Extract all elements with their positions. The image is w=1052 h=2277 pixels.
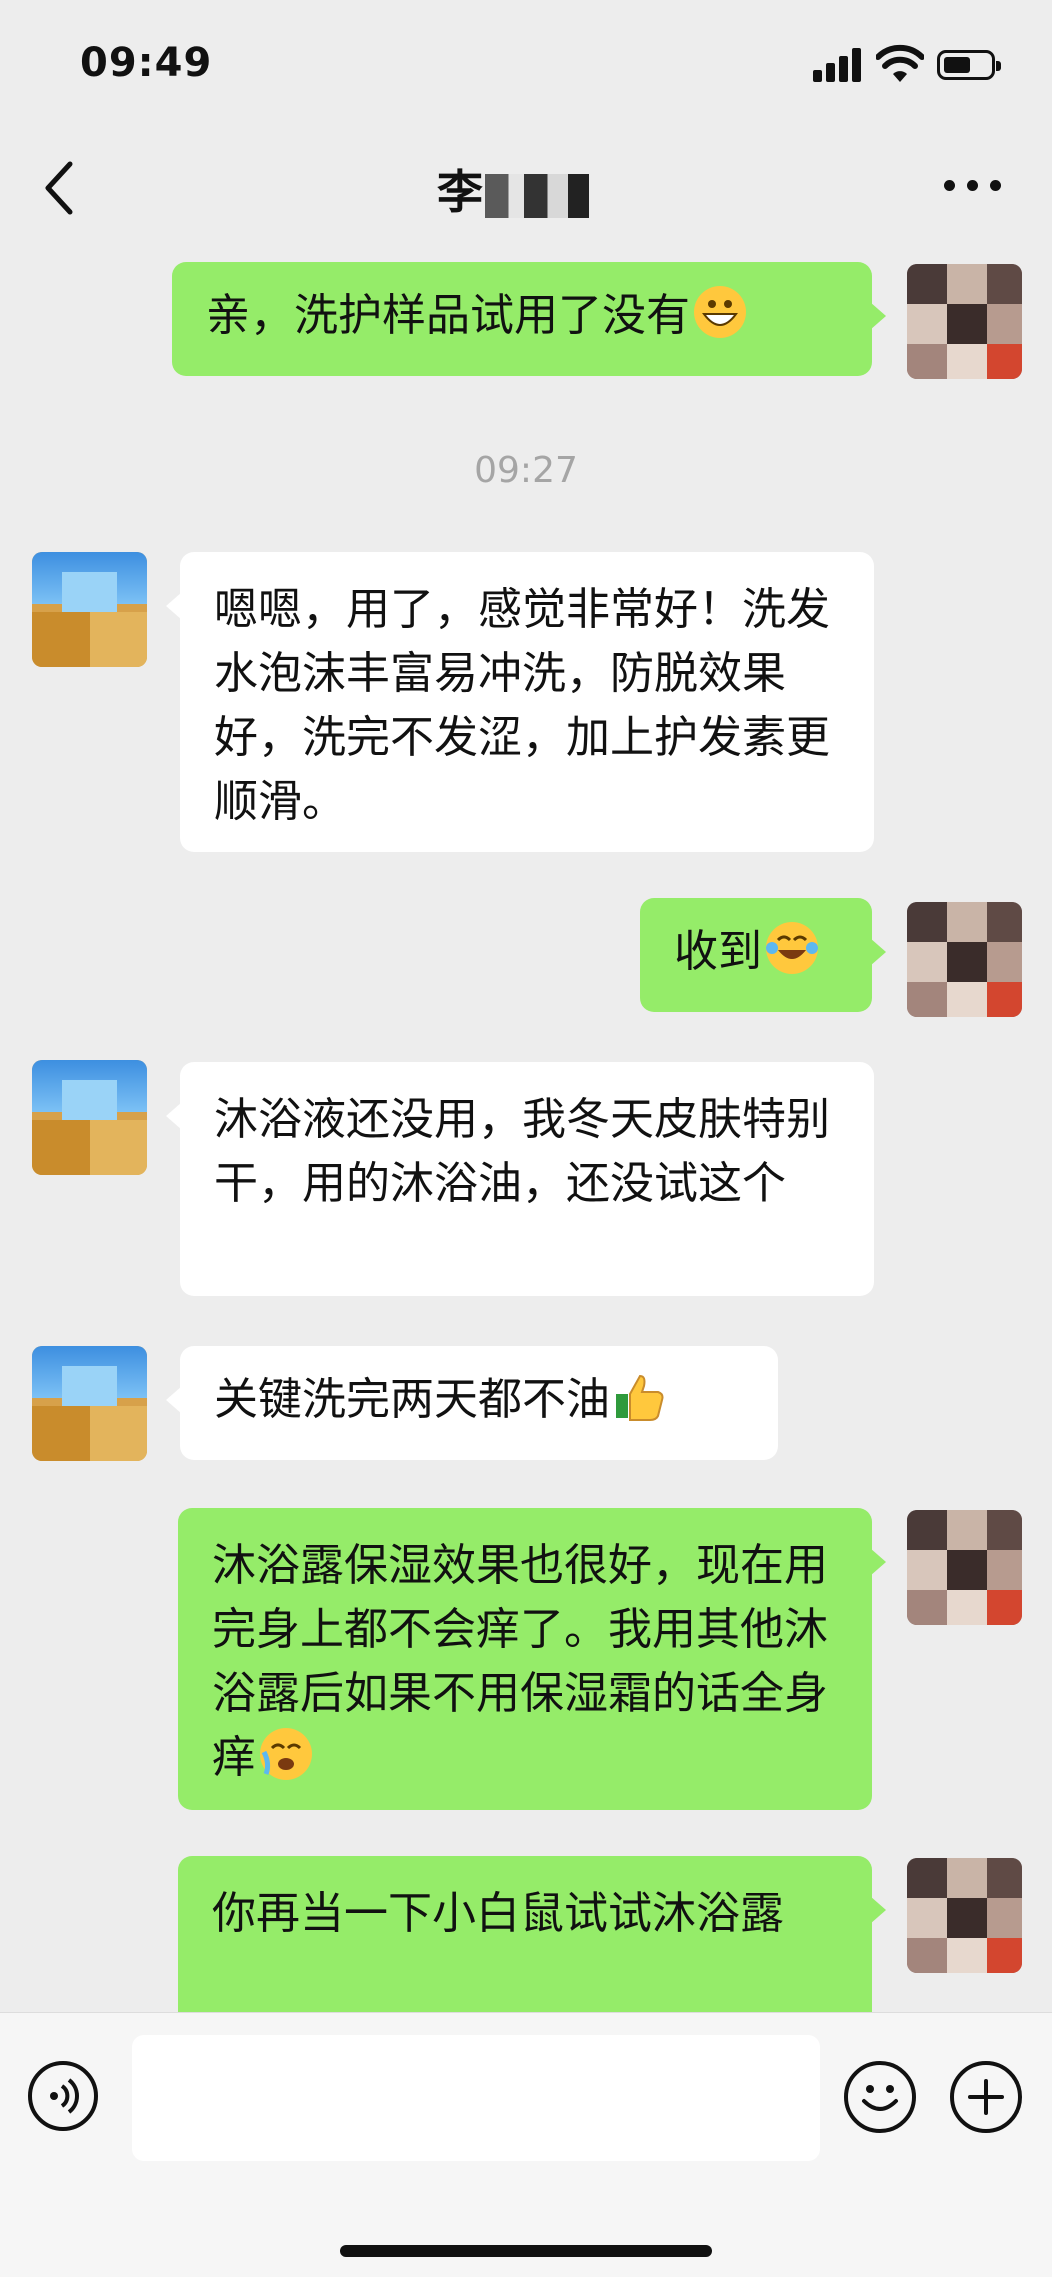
plus-icon[interactable]: [950, 2061, 1022, 2133]
message-text: 收到: [674, 926, 762, 977]
contact-avatar[interactable]: [32, 1346, 147, 1461]
cellular-signal-icon: [813, 48, 863, 82]
message-input[interactable]: [132, 2035, 820, 2161]
message-text: 你再当一下小白鼠试试沐浴露: [212, 1888, 784, 1939]
message-bubble-sent[interactable]: 亲，洗护样品试用了没有: [172, 262, 886, 376]
message-text: 关键洗完两天都不油: [214, 1374, 610, 1425]
contact-name: 李: [437, 165, 483, 219]
redacted-name: [485, 173, 615, 218]
crying-face-icon: [260, 1728, 312, 1780]
message-text: 亲，洗护样品试用了没有: [206, 290, 690, 341]
battery-icon: [937, 50, 1001, 80]
emoji-icon[interactable]: [844, 2061, 916, 2133]
wifi-icon: [876, 44, 924, 82]
message-timestamp: 09:27: [474, 450, 578, 491]
status-time: 09:49: [80, 40, 213, 86]
grinning-face-icon: [694, 286, 746, 338]
input-bar: [0, 2012, 1052, 2277]
chat-scroll-area[interactable]: 亲，洗护样品试用了没有 09:27 嗯嗯，用了，感觉非常好！洗发水泡沫丰富易冲洗…: [0, 240, 1052, 2012]
message-bubble-received[interactable]: 关键洗完两天都不油: [166, 1346, 778, 1460]
more-dots-icon[interactable]: [944, 180, 1004, 194]
contact-avatar[interactable]: [32, 552, 147, 667]
home-indicator: [340, 2245, 712, 2257]
message-text: 沐浴液还没用，我冬天皮肤特别干，用的沐浴油，还没试这个: [214, 1094, 830, 1209]
thumbs-up-icon: [614, 1370, 666, 1422]
contact-avatar[interactable]: [32, 1060, 147, 1175]
my-avatar[interactable]: [907, 264, 1022, 379]
chat-title: 李: [0, 156, 1052, 222]
message-bubble-sent[interactable]: 沐浴露保湿效果也很好，现在用完身上都不会痒了。我用其他沐浴露后如果不用保湿霜的话…: [178, 1508, 886, 1810]
chat-header: 李: [0, 130, 1052, 240]
message-bubble-received[interactable]: 嗯嗯，用了，感觉非常好！洗发水泡沫丰富易冲洗，防脱效果好，洗完不发涩，加上护发素…: [166, 552, 874, 852]
message-bubble-received[interactable]: 沐浴液还没用，我冬天皮肤特别干，用的沐浴油，还没试这个: [166, 1062, 874, 1296]
voice-icon[interactable]: [28, 2061, 98, 2131]
tears-of-joy-icon: [766, 922, 818, 974]
my-avatar[interactable]: [907, 1858, 1022, 1973]
my-avatar[interactable]: [907, 902, 1022, 1017]
my-avatar[interactable]: [907, 1510, 1022, 1625]
message-text: 嗯嗯，用了，感觉非常好！洗发水泡沫丰富易冲洗，防脱效果好，洗完不发涩，加上护发素…: [214, 584, 830, 827]
status-bar: 09:49: [0, 0, 1052, 130]
message-bubble-sent[interactable]: 你再当一下小白鼠试试沐浴露: [178, 1856, 886, 2012]
message-bubble-sent[interactable]: 收到: [640, 898, 886, 1012]
